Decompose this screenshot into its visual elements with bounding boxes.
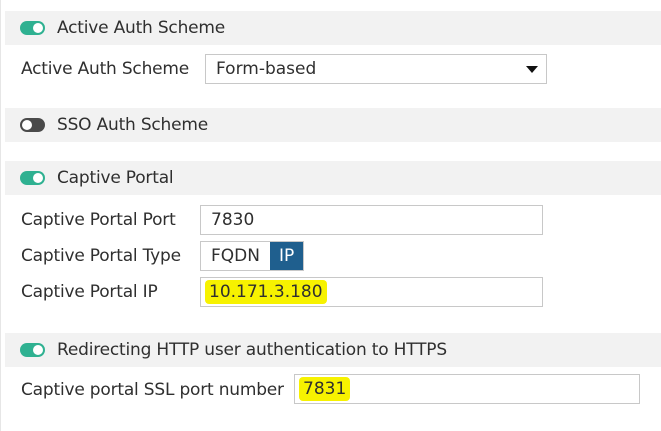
type-option-fqdn[interactable]: FQDN — [201, 242, 270, 270]
dropdown-caret-icon — [526, 66, 538, 73]
captive-portal-port-value: 7830 — [211, 210, 255, 230]
type-option-ip[interactable]: IP — [269, 242, 304, 270]
ssl-port-label: Captive portal SSL port number — [21, 380, 284, 400]
captive-portal-port-input[interactable]: 7830 — [200, 205, 543, 235]
ssl-port-input[interactable]: 7831 — [294, 374, 640, 404]
sso-auth-section-title: SSO Auth Scheme — [57, 115, 209, 135]
sso-auth-toggle[interactable] — [20, 118, 45, 132]
captive-portal-type-label: Captive Portal Type — [21, 246, 181, 266]
captive-portal-port-label: Captive Portal Port — [21, 210, 176, 230]
toggle-knob-icon — [33, 23, 43, 33]
redirect-https-toggle[interactable] — [20, 343, 45, 357]
active-auth-select-value: Form-based — [216, 59, 317, 79]
captive-portal-section-header: Captive Portal — [5, 161, 661, 195]
redirect-https-section-title: Redirecting HTTP user authentication to … — [57, 340, 447, 360]
captive-portal-toggle[interactable] — [20, 171, 45, 185]
captive-portal-ip-input[interactable]: 10.171.3.180 — [200, 277, 543, 307]
captive-portal-section-title: Captive Portal — [57, 168, 174, 188]
toggle-knob-icon — [22, 120, 32, 130]
active-auth-section-title: Active Auth Scheme — [57, 18, 226, 38]
captive-portal-type-segmented: FQDN IP — [200, 241, 305, 271]
captive-portal-ip-value: 10.171.3.180 — [205, 280, 327, 304]
redirect-https-section-header: Redirecting HTTP user authentication to … — [5, 333, 661, 367]
ssl-port-value: 7831 — [299, 377, 351, 401]
active-auth-label: Active Auth Scheme — [21, 59, 190, 79]
active-auth-select[interactable]: Form-based — [205, 54, 547, 84]
active-auth-toggle[interactable] — [20, 21, 45, 35]
toggle-knob-icon — [33, 173, 43, 183]
auth-settings-panel: Active Auth Scheme Active Auth Scheme Fo… — [0, 0, 661, 431]
active-auth-section-header: Active Auth Scheme — [5, 11, 661, 45]
toggle-knob-icon — [33, 345, 43, 355]
sso-auth-section-header: SSO Auth Scheme — [5, 108, 661, 142]
captive-portal-ip-label: Captive Portal IP — [21, 282, 158, 302]
